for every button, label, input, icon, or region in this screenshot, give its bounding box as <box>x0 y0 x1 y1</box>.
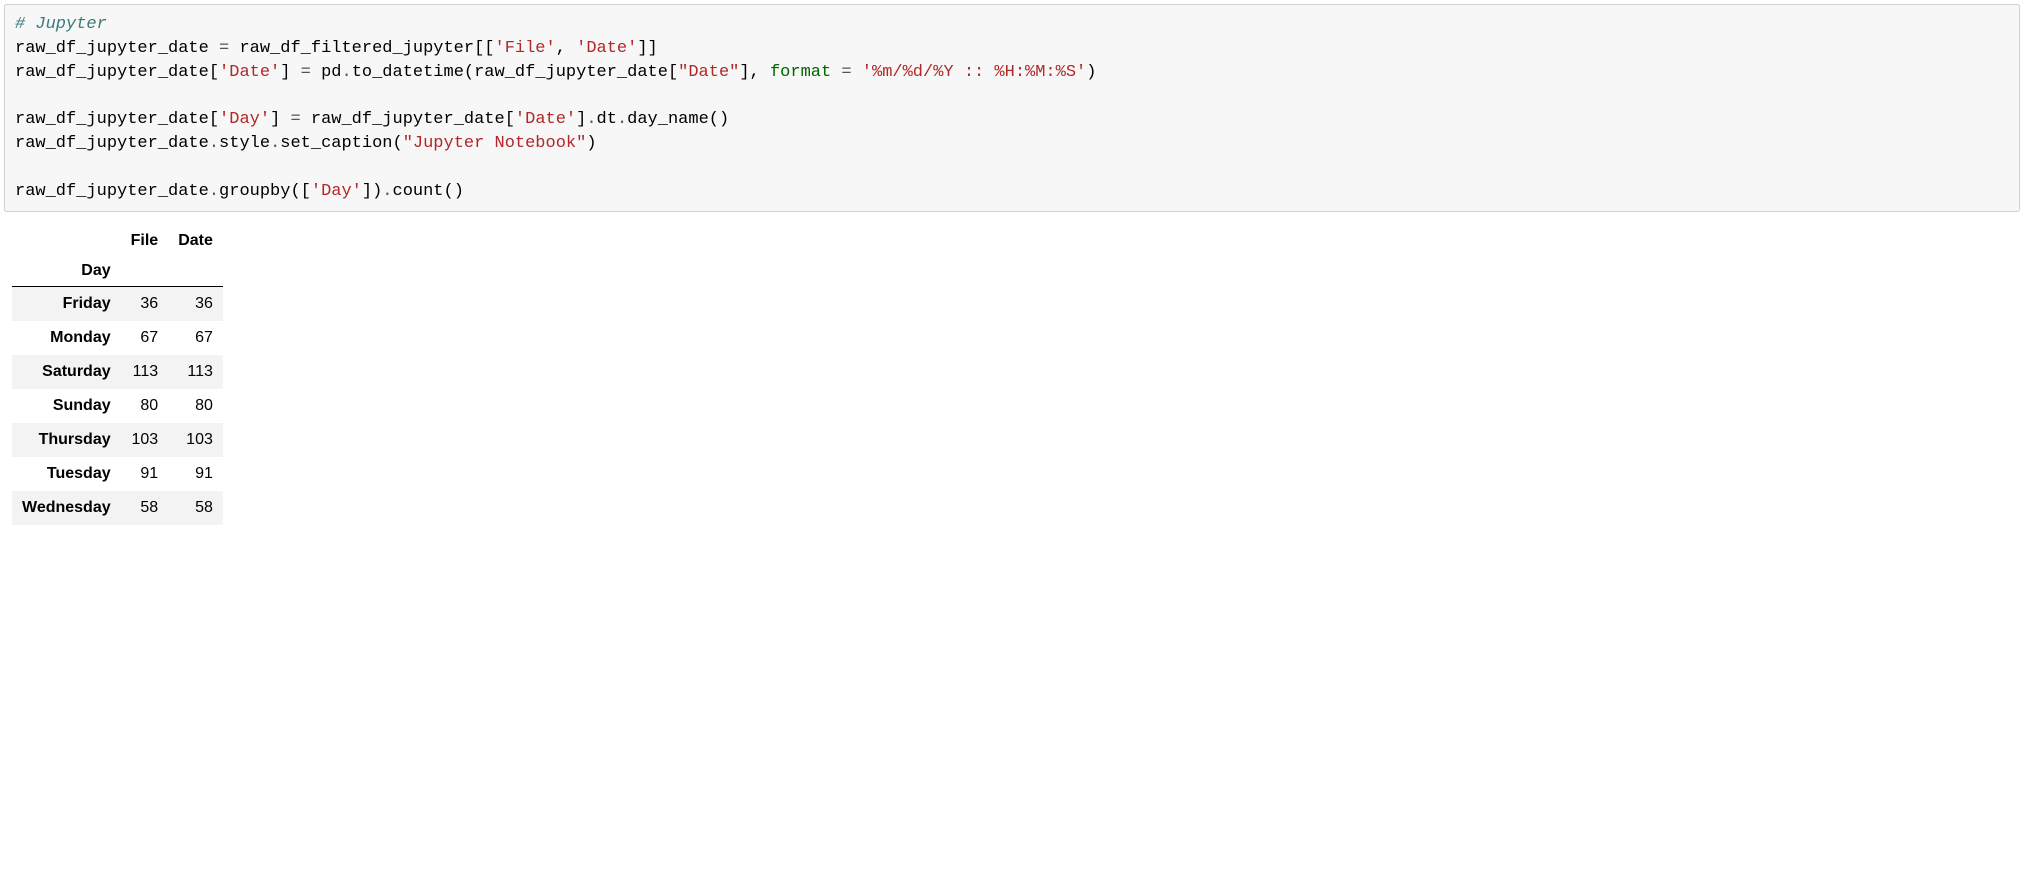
cell-date: 91 <box>168 457 223 491</box>
code-token: . <box>382 182 392 201</box>
cell-date: 80 <box>168 389 223 423</box>
code-token: style <box>219 134 270 153</box>
code-token: raw_df_jupyter_date <box>15 134 209 153</box>
code-token: ] <box>280 63 300 82</box>
code-token: raw_df_filtered_jupyter[[ <box>229 39 494 58</box>
table-row: Monday 67 67 <box>12 321 223 355</box>
code-token: ) <box>586 134 596 153</box>
code-string: 'Day' <box>311 182 362 201</box>
cell-file: 103 <box>121 423 169 457</box>
cell-file: 113 <box>121 355 169 389</box>
row-index: Sunday <box>12 389 121 423</box>
header-blank <box>12 226 121 256</box>
code-token: , <box>556 39 576 58</box>
code-string: "Date" <box>678 63 739 82</box>
code-token: ] <box>576 110 586 129</box>
code-token: ] <box>270 110 290 129</box>
code-string: 'File' <box>495 39 556 58</box>
code-token: . <box>209 134 219 153</box>
code-token: count() <box>393 182 464 201</box>
cell-date: 67 <box>168 321 223 355</box>
cell-file: 67 <box>121 321 169 355</box>
code-token <box>831 63 841 82</box>
code-token: dt <box>597 110 617 129</box>
code-string: "Jupyter Notebook" <box>403 134 587 153</box>
code-token: raw_df_jupyter_date[ <box>301 110 515 129</box>
row-index: Thursday <box>12 423 121 457</box>
code-token: = <box>290 110 300 129</box>
table-row: Thursday 103 103 <box>12 423 223 457</box>
code-string: 'Date' <box>576 39 637 58</box>
index-name: Day <box>12 256 121 287</box>
header-row: File Date <box>12 226 223 256</box>
index-row: Day <box>12 256 223 287</box>
cell-file: 80 <box>121 389 169 423</box>
cell-file: 91 <box>121 457 169 491</box>
code-token: ) <box>1086 63 1096 82</box>
row-index: Wednesday <box>12 491 121 525</box>
cell-date: 113 <box>168 355 223 389</box>
code-token: . <box>617 110 627 129</box>
header-blank <box>121 256 169 287</box>
code-token: . <box>586 110 596 129</box>
output-area: File Date Day Friday 36 36 Monday 67 67 … <box>4 212 2020 539</box>
code-token: . <box>341 63 351 82</box>
code-token: . <box>209 182 219 201</box>
dataframe-table: File Date Day Friday 36 36 Monday 67 67 … <box>12 226 223 525</box>
table-row: Saturday 113 113 <box>12 355 223 389</box>
code-string: 'Day' <box>219 110 270 129</box>
row-index: Saturday <box>12 355 121 389</box>
code-token: raw_df_jupyter_date <box>15 182 209 201</box>
code-string: 'Date' <box>515 110 576 129</box>
code-token: raw_df_jupyter_date[ <box>15 110 219 129</box>
cell-file: 36 <box>121 287 169 322</box>
code-token: to_datetime(raw_df_jupyter_date[ <box>352 63 678 82</box>
code-token: ], <box>739 63 770 82</box>
cell-date: 58 <box>168 491 223 525</box>
code-token: ]) <box>362 182 382 201</box>
code-token: = <box>219 39 229 58</box>
code-token: = <box>301 63 311 82</box>
code-token: day_name() <box>627 110 729 129</box>
table-row: Wednesday 58 58 <box>12 491 223 525</box>
code-token <box>852 63 862 82</box>
code-token: groupby([ <box>219 182 311 201</box>
code-token: . <box>270 134 280 153</box>
code-token: = <box>841 63 851 82</box>
code-token: set_caption( <box>280 134 402 153</box>
col-header-date: Date <box>168 226 223 256</box>
code-token: pd <box>311 63 342 82</box>
code-token: raw_df_jupyter_date <box>15 39 219 58</box>
table-row: Friday 36 36 <box>12 287 223 322</box>
row-index: Tuesday <box>12 457 121 491</box>
cell-file: 58 <box>121 491 169 525</box>
code-token: ]] <box>637 39 657 58</box>
cell-date: 103 <box>168 423 223 457</box>
code-cell[interactable]: # Jupyter raw_df_jupyter_date = raw_df_f… <box>4 4 2020 212</box>
code-keyword: format <box>770 63 831 82</box>
code-string: 'Date' <box>219 63 280 82</box>
code-string: '%m/%d/%Y :: %H:%M:%S' <box>862 63 1086 82</box>
header-blank <box>168 256 223 287</box>
table-row: Sunday 80 80 <box>12 389 223 423</box>
row-index: Friday <box>12 287 121 322</box>
row-index: Monday <box>12 321 121 355</box>
code-token: raw_df_jupyter_date[ <box>15 63 219 82</box>
code-comment: # Jupyter <box>15 15 107 34</box>
col-header-file: File <box>121 226 169 256</box>
table-row: Tuesday 91 91 <box>12 457 223 491</box>
cell-date: 36 <box>168 287 223 322</box>
